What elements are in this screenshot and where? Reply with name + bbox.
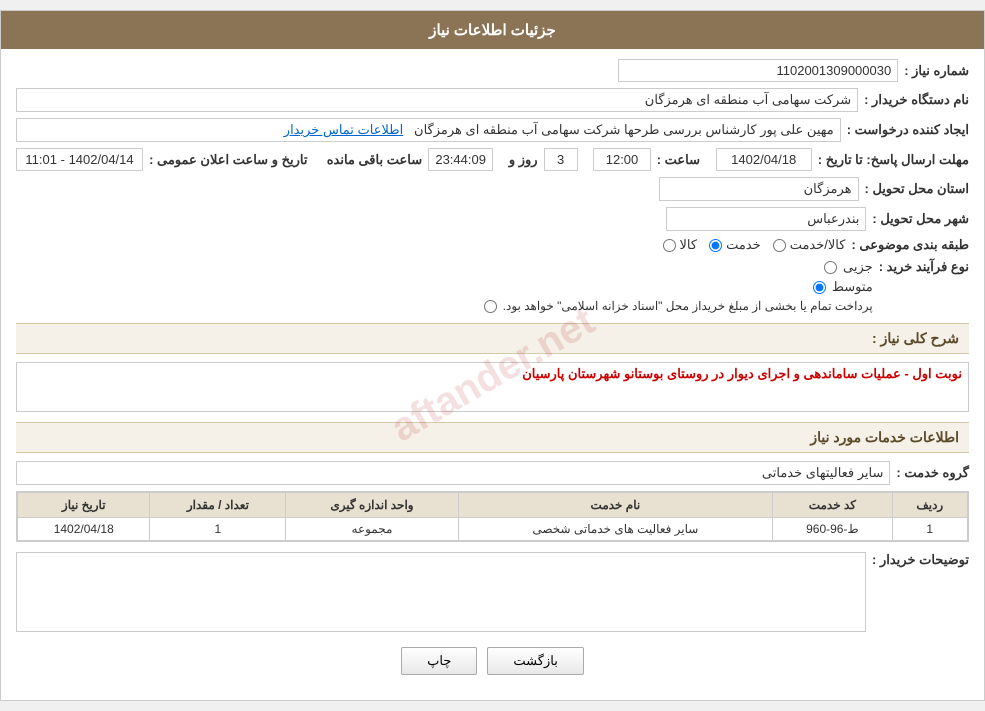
ostan-label: استان محل تحویل : [865, 181, 970, 197]
eijad-link[interactable]: اطلاعات تماس خریدار [284, 122, 403, 137]
tabaqe-khedmat-item: خدمت [709, 237, 761, 253]
cell-vahed: مجموعه [286, 518, 458, 541]
khadamat-title: اطلاعات خدمات مورد نیاز [810, 429, 959, 445]
nooe-pardakht-item: پرداخت تمام یا بخشی از مبلغ خریداز محل "… [484, 299, 873, 313]
rooz-value: 3 [544, 148, 578, 171]
eijad-label: ایجاد کننده درخواست : [847, 122, 969, 138]
cell-tarikh: 1402/04/18 [18, 518, 150, 541]
eijad-text: مهین علی پور کارشناس بررسی طرحها شرکت سه… [414, 122, 834, 137]
table-row: 1 ط-96-960 سایر فعالیت های خدماتی شخصی م… [18, 518, 968, 541]
tabaqe-kala-khedmat-label: کالا/خدمت [790, 237, 846, 253]
page-wrapper: جزئیات اطلاعات نیاز aftander.net شماره ن… [0, 10, 985, 701]
tabaqe-kala-radio[interactable] [663, 239, 676, 252]
sharh-value: نوبت اول - عملیات ساماندهی و اجرای دیوار… [16, 362, 969, 412]
col-vahed: واحد اندازه گیری [286, 493, 458, 518]
back-button[interactable]: بازگشت [487, 647, 583, 675]
sharh-value-wrapper: نوبت اول - عملیات ساماندهی و اجرای دیوار… [16, 362, 969, 412]
nooe-jazii-label: جزیی [843, 259, 873, 275]
tabaqe-khedmat-radio[interactable] [709, 239, 722, 252]
tarikh-label: مهلت ارسال پاسخ: تا تاریخ : [818, 152, 969, 168]
col-kod: کد خدمت [773, 493, 892, 518]
shomara-niaz-value: 1102001309000030 [618, 59, 898, 82]
nooe-motavaset-label: متوسط [832, 279, 873, 295]
services-table-container: ردیف کد خدمت نام خدمت واحد اندازه گیری ت… [16, 491, 969, 542]
tarikh-elaan-row: مهلت ارسال پاسخ: تا تاریخ : 1402/04/18 س… [16, 148, 969, 171]
eijad-value: مهین علی پور کارشناس بررسی طرحها شرکت سه… [16, 118, 841, 142]
services-table: ردیف کد خدمت نام خدمت واحد اندازه گیری ت… [17, 492, 968, 541]
col-radif: ردیف [892, 493, 967, 518]
content-area: aftander.net شماره نیاز : 11020013090000… [1, 49, 984, 700]
shomara-niaz-label: شماره نیاز : [904, 63, 969, 79]
saaat-value: 12:00 [593, 148, 650, 171]
page-header: جزئیات اطلاعات نیاز [1, 11, 984, 49]
ostan-value: هرمزگان [659, 177, 859, 201]
rooz-label: روز و [509, 152, 538, 168]
baaghi-value: 23:44:09 [428, 148, 493, 171]
tarikh-elaan-value: 1402/04/14 - 11:01 [16, 148, 143, 171]
baaghi-label: ساعت باقی مانده [327, 152, 422, 168]
sharh-section-title: شرح کلی نیاز : [16, 323, 969, 354]
tabaqe-kala-khedmat-radio[interactable] [773, 239, 786, 252]
shahr-row: شهر محل تحویل : بندرعباس [16, 207, 969, 231]
ostan-row: استان محل تحویل : هرمزگان [16, 177, 969, 201]
nooe-label: نوع فرآیند خرید : [879, 259, 969, 275]
nooe-motavaset-item: متوسط [484, 279, 873, 295]
nooe-pardakht-label: پرداخت تمام یا بخشی از مبلغ خریداز محل "… [503, 299, 873, 313]
cell-kod: ط-96-960 [773, 518, 892, 541]
sharh-label: شرح کلی نیاز : [872, 330, 959, 346]
tarikh-value: 1402/04/18 [716, 148, 812, 171]
saaat-label: ساعت : [657, 152, 700, 168]
eijad-row: ایجاد کننده درخواست : مهین علی پور کارشن… [16, 118, 969, 142]
page-title: جزئیات اطلاعات نیاز [429, 22, 556, 39]
nooe-pardakht-radio[interactable] [484, 300, 497, 313]
tabaqe-options: کالا خدمت کالا/خدمت [663, 237, 846, 253]
shomara-niaz-row: شماره نیاز : 1102001309000030 [16, 59, 969, 82]
tozihat-textarea[interactable] [16, 552, 866, 632]
cell-naam: سایر فعالیت های خدماتی شخصی [458, 518, 773, 541]
nooe-row: نوع فرآیند خرید : جزیی متوسط پرداخت تمام… [16, 259, 969, 313]
nooe-options: جزیی متوسط پرداخت تمام یا بخشی از مبلغ خ… [484, 259, 873, 313]
cell-tedad: 1 [150, 518, 286, 541]
tabaqe-kala-label: کالا [680, 237, 698, 253]
gorooh-label: گروه خدمت : [896, 465, 969, 481]
col-tedad: تعداد / مقدار [150, 493, 286, 518]
gorooh-value: سایر فعالیتهای خدماتی [16, 461, 890, 485]
naam-dastgah-label: نام دستگاه خریدار : [864, 92, 969, 108]
col-tarikh: تاریخ نیاز [18, 493, 150, 518]
tabaqe-label: طبقه بندی موضوعی : [851, 237, 969, 253]
gorooh-row: گروه خدمت : سایر فعالیتهای خدماتی [16, 461, 969, 485]
shahr-value: بندرعباس [666, 207, 866, 231]
shahr-label: شهر محل تحویل : [872, 211, 969, 227]
tabaqe-kala-khedmat-item: کالا/خدمت [773, 237, 846, 253]
nooe-jazii-radio[interactable] [824, 261, 837, 274]
col-naam: نام خدمت [458, 493, 773, 518]
tarikh-elaan-label: تاریخ و ساعت اعلان عمومی : [149, 152, 307, 168]
tabaqe-kala-item: کالا [663, 237, 698, 253]
table-header-row: ردیف کد خدمت نام خدمت واحد اندازه گیری ت… [18, 493, 968, 518]
tabaqe-row: طبقه بندی موضوعی : کالا خدمت کالا/خدمت [16, 237, 969, 253]
khadamat-section-title: اطلاعات خدمات مورد نیاز [16, 422, 969, 453]
tabaqe-khedmat-label: خدمت [726, 237, 761, 253]
naam-dastgah-row: نام دستگاه خریدار : شرکت سهامی آب منطقه … [16, 88, 969, 112]
nooe-motavaset-radio[interactable] [813, 281, 826, 294]
buttons-row: بازگشت چاپ [16, 647, 969, 675]
cell-radif: 1 [892, 518, 967, 541]
tozihat-label: توضیحات خریدار : [872, 552, 969, 568]
print-button[interactable]: چاپ [401, 647, 477, 675]
tozihat-row: توضیحات خریدار : [16, 552, 969, 632]
nooe-jazii-item: جزیی [484, 259, 873, 275]
naam-dastgah-value: شرکت سهامی آب منطقه ای هرمزگان [16, 88, 858, 112]
